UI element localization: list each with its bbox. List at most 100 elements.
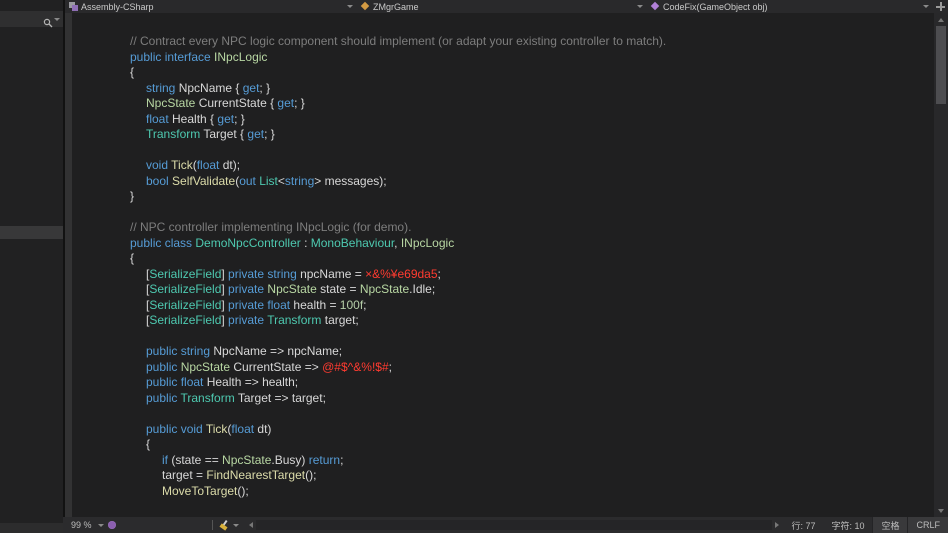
code-token: Target => target; [238, 391, 326, 405]
scroll-right-arrow-icon[interactable] [775, 522, 779, 528]
code-cleanup-broom-icon[interactable] [219, 520, 229, 530]
code-line: target = FindNearestTarget(); [130, 468, 934, 484]
code-line: [SerializeField] private Transform targe… [130, 313, 934, 329]
code-token: // NPC controller implementing INpcLogic… [130, 220, 411, 234]
code-token: out [239, 174, 259, 188]
search-icon[interactable] [43, 15, 52, 24]
code-token: (state == [171, 453, 222, 467]
code-line: NpcState CurrentState { get; } [130, 96, 934, 112]
code-token: SerializeField [149, 313, 221, 327]
ide-window: Assembly-CSharp ZMgrGame CodeFix(GameObj… [0, 0, 948, 533]
status-line-number[interactable]: 行: 77 [783, 517, 823, 533]
code-line [130, 329, 934, 345]
code-token: Health => health; [207, 375, 298, 389]
code-line: [SerializeField] private float health = … [130, 298, 934, 314]
code-line: public NpcState CurrentState => @#$^&%!$… [130, 360, 934, 376]
code-line: bool SelfValidate(out List<string> messa… [130, 174, 934, 190]
code-token: return [309, 453, 340, 467]
code-line: MoveToTarget(); [130, 484, 934, 500]
splitter-icon [936, 2, 945, 11]
type-dropdown[interactable]: ZMgrGame [357, 0, 647, 13]
code-token: INpcLogic [401, 236, 454, 250]
code-token: Health { [172, 112, 217, 126]
code-token: Transform [267, 313, 325, 327]
code-token: < [278, 174, 285, 188]
code-token: , [394, 236, 401, 250]
document-health-icon[interactable] [108, 521, 116, 529]
scroll-up-arrow-icon[interactable] [938, 18, 944, 22]
scroll-down-arrow-icon[interactable] [938, 509, 944, 513]
zoom-dropdown[interactable]: 99 % [71, 520, 104, 530]
code-token: NpcState [222, 453, 271, 467]
code-token: float [231, 422, 254, 436]
vertical-scrollbar-thumb[interactable] [936, 26, 946, 104]
code-token: ; [340, 453, 343, 467]
code-token: List [259, 174, 278, 188]
code-token: ; } [234, 112, 245, 126]
status-spaces-toggle[interactable]: 空格 [872, 517, 907, 533]
code-line: // Contract every NPC logic component sh… [130, 34, 934, 50]
chevron-down-icon[interactable] [233, 524, 239, 527]
scroll-left-arrow-icon[interactable] [249, 522, 253, 528]
code-line: public class DemoNpcController : MonoBeh… [130, 236, 934, 252]
code-line [130, 143, 934, 159]
code-token: bool [146, 174, 172, 188]
code-token: @#$^&%!$# [322, 360, 389, 374]
vertical-scrollbar[interactable] [934, 13, 948, 517]
code-line [130, 205, 934, 221]
status-eol-toggle[interactable]: CRLF [907, 517, 948, 533]
code-token: DemoNpcController [195, 236, 300, 250]
code-token: private float [228, 298, 293, 312]
class-icon [361, 2, 370, 11]
code-token: (); [237, 484, 248, 498]
search-options-caret-icon[interactable] [54, 18, 60, 21]
project-dropdown-label: Assembly-CSharp [81, 2, 154, 12]
code-token: float [146, 112, 172, 126]
code-token: .Idle; [409, 282, 435, 296]
code-token: ; } [294, 96, 305, 110]
code-token: get [217, 112, 234, 126]
code-token: SerializeField [149, 298, 221, 312]
status-char-number[interactable]: 字符: 10 [823, 517, 872, 533]
chevron-down-icon [923, 5, 929, 8]
code-token: NpcName { [179, 81, 243, 95]
split-window-handle[interactable] [933, 0, 948, 13]
code-token: Transform [180, 391, 237, 405]
editor-indicator-margin [65, 13, 72, 517]
search-input[interactable] [0, 11, 63, 27]
code-line: Transform Target { get; } [130, 127, 934, 143]
code-token: public [146, 360, 181, 374]
code-line: void Tick(float dt); [130, 158, 934, 174]
code-token: > messages); [314, 174, 386, 188]
code-token: .Busy) [271, 453, 308, 467]
editor-status-bar: 99 % 行: 77 字符: 10 空格 CRLF [63, 517, 948, 533]
horizontal-scrollbar[interactable] [249, 520, 780, 530]
code-area[interactable]: // Contract every NPC logic component sh… [72, 13, 934, 499]
code-token: NpcState [267, 282, 320, 296]
code-line: { [130, 251, 934, 267]
member-dropdown[interactable]: CodeFix(GameObject obj) [647, 0, 933, 13]
code-token: Target { [203, 127, 247, 141]
code-token: public string [146, 344, 213, 358]
code-token: target; [325, 313, 359, 327]
code-token: { [146, 437, 150, 451]
sidebar-selected-row[interactable] [0, 226, 63, 239]
code-token: string [146, 81, 179, 95]
code-line: string NpcName { get; } [130, 81, 934, 97]
code-token: MoveToTarget [162, 484, 237, 498]
code-token: : [301, 236, 311, 250]
code-token: ; } [259, 81, 270, 95]
code-line: // NPC controller implementing INpcLogic… [130, 220, 934, 236]
code-token: ; [438, 267, 441, 281]
code-token: ; [363, 298, 366, 312]
project-dropdown[interactable]: Assembly-CSharp [65, 0, 357, 13]
chevron-down-icon [637, 5, 643, 8]
code-editor[interactable]: // Contract every NPC logic component sh… [72, 13, 934, 517]
code-token: public [146, 391, 180, 405]
code-token: Transform [146, 127, 203, 141]
code-token: MonoBehaviour [311, 236, 394, 250]
code-token: 100f [340, 298, 363, 312]
code-token: dt); [219, 158, 240, 172]
code-token: public class [130, 236, 195, 250]
horizontal-scrollbar-track[interactable] [256, 520, 773, 530]
